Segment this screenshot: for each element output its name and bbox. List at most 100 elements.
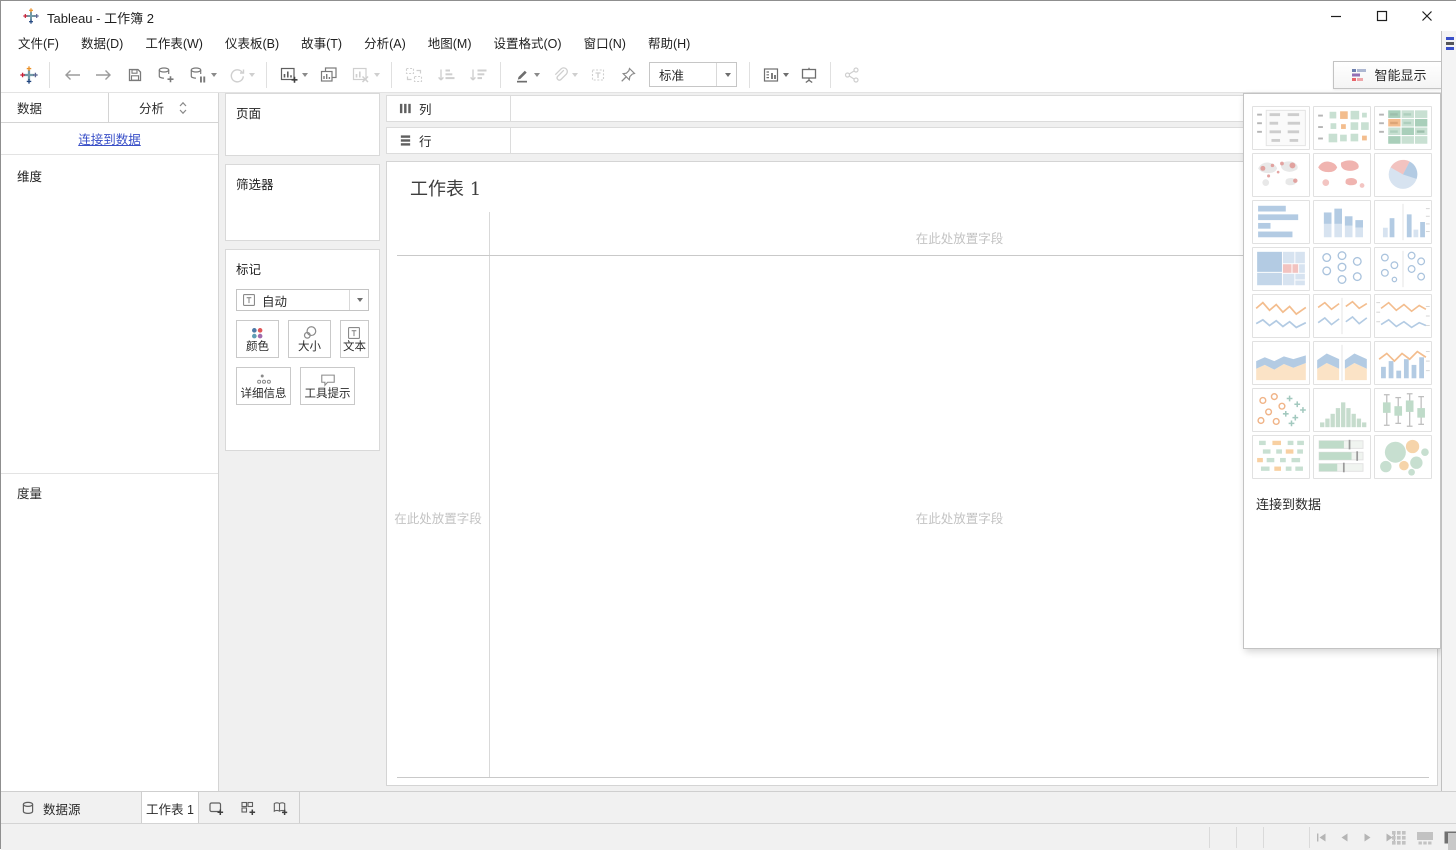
clear-sheet-button[interactable] — [345, 60, 385, 90]
sheet-tab-active[interactable]: 工作表 1 — [141, 792, 199, 824]
fit-view-select[interactable]: 标准 — [649, 62, 737, 87]
mark-type-select[interactable]: 自动 — [236, 289, 369, 311]
showme-scatter-plot[interactable] — [1252, 388, 1310, 432]
showme-bullet-graph[interactable] — [1313, 435, 1371, 479]
columns-label-text: 列 — [419, 99, 432, 118]
menu-help[interactable]: 帮助(H) — [637, 31, 701, 57]
showme-side-by-side-bars[interactable] — [1374, 200, 1432, 244]
size-button[interactable]: 大小 — [288, 320, 331, 358]
resize-grip[interactable] — [1448, 833, 1456, 850]
showme-lines-discrete[interactable] — [1313, 294, 1371, 338]
minimize-button[interactable] — [1319, 1, 1353, 31]
menu-analysis[interactable]: 分析(A) — [353, 31, 417, 57]
showme-treemap[interactable] — [1252, 247, 1310, 291]
run-auto-updates-caret-icon[interactable] — [249, 73, 255, 77]
showme-box-and-whisker[interactable] — [1374, 388, 1432, 432]
show-hide-cards-button[interactable] — [756, 60, 794, 90]
menu-format[interactable]: 设置格式(O) — [483, 31, 573, 57]
sheet-sorter-button[interactable] — [1391, 830, 1407, 846]
showme-lines-continuous[interactable] — [1252, 294, 1310, 338]
new-story-tab-button[interactable] — [264, 792, 296, 824]
redo-button[interactable] — [88, 60, 120, 90]
sort-descending-button[interactable] — [462, 60, 494, 90]
menu-dashboard[interactable]: 仪表板(B) — [214, 31, 290, 57]
text-button[interactable]: 文本 — [340, 320, 369, 358]
divider — [1263, 827, 1264, 848]
swap-rows-columns-button[interactable] — [398, 60, 430, 90]
showme-gantt[interactable] — [1252, 435, 1310, 479]
detail-button[interactable]: 详细信息 — [236, 367, 291, 405]
new-worksheet-button[interactable] — [273, 60, 313, 90]
showme-text-table[interactable] — [1252, 106, 1310, 150]
showme-histogram[interactable] — [1313, 388, 1371, 432]
database-icon — [21, 801, 35, 816]
mark-type-dropdown[interactable] — [349, 290, 368, 310]
pause-auto-updates-caret-icon[interactable] — [211, 73, 217, 77]
right-edge-collapsed-tab[interactable] — [1441, 31, 1456, 823]
new-dashboard-tab-button[interactable] — [232, 792, 264, 824]
pages-card[interactable]: 页面 — [225, 93, 380, 156]
showme-dual-lines[interactable] — [1374, 294, 1432, 338]
menu-story[interactable]: 故事(T) — [290, 31, 353, 57]
duplicate-sheet-button[interactable] — [313, 60, 345, 90]
menu-map[interactable]: 地图(M) — [417, 31, 483, 57]
undo-button[interactable] — [56, 60, 88, 90]
filters-card[interactable]: 筛选器 — [225, 164, 380, 241]
new-data-source-button[interactable] — [150, 60, 182, 90]
showme-side-by-side-circles[interactable] — [1374, 247, 1432, 291]
showme-stacked-bars[interactable] — [1313, 200, 1371, 244]
show-me-button[interactable]: 智能显示 — [1333, 61, 1445, 89]
menu-data[interactable]: 数据(D) — [70, 31, 134, 57]
datasource-tab-label: 数据源 — [43, 799, 81, 818]
menu-worksheet[interactable]: 工作表(W) — [134, 31, 214, 57]
showme-circle-views[interactable] — [1313, 247, 1371, 291]
run-auto-updates-button[interactable] — [222, 60, 260, 90]
new-worksheet-caret-icon[interactable] — [302, 73, 308, 77]
close-button[interactable] — [1410, 1, 1444, 31]
sort-ascending-button[interactable] — [430, 60, 462, 90]
showme-symbol-map[interactable] — [1252, 153, 1310, 197]
showme-horizontal-bars[interactable] — [1252, 200, 1310, 244]
clear-sheet-caret-icon[interactable] — [374, 73, 380, 77]
show-hide-cards-caret-icon[interactable] — [783, 73, 789, 77]
save-button[interactable] — [120, 60, 150, 90]
showme-area-discrete[interactable] — [1313, 341, 1371, 385]
showme-packed-bubbles[interactable] — [1374, 435, 1432, 479]
datasource-tab[interactable]: 数据源 — [13, 792, 89, 824]
sheet-title[interactable]: 工作表 1 — [410, 175, 481, 201]
color-button[interactable]: 颜色 — [236, 320, 279, 358]
tooltip-button[interactable]: 工具提示 — [300, 367, 355, 405]
new-worksheet-tab-button[interactable] — [200, 792, 232, 824]
tab-data[interactable]: 数据 — [1, 93, 109, 122]
showme-area-continuous[interactable] — [1252, 341, 1310, 385]
showme-dual-combination[interactable] — [1374, 341, 1432, 385]
menu-window[interactable]: 窗口(N) — [573, 31, 637, 57]
highlight-button[interactable] — [507, 60, 545, 90]
highlight-caret-icon[interactable] — [534, 73, 540, 77]
connect-to-data-link[interactable]: 连接到数据 — [78, 129, 141, 148]
format-painter-caret-icon[interactable] — [572, 73, 578, 77]
format-painter-button[interactable] — [545, 60, 583, 90]
fit-view-dropdown[interactable] — [716, 63, 736, 86]
showme-filled-map[interactable] — [1313, 153, 1371, 197]
share-button[interactable] — [837, 60, 867, 90]
previous-mark-button[interactable] — [1339, 832, 1350, 843]
tableau-window: Tableau - 工作簿 2 文件(F) 数据(D) 工作表(W) 仪表板(B… — [0, 0, 1456, 849]
filmstrip-button[interactable] — [1416, 830, 1434, 846]
pause-auto-updates-button[interactable] — [182, 60, 222, 90]
tab-analytics[interactable]: 分析 — [109, 93, 218, 122]
next-mark-button[interactable] — [1362, 832, 1373, 843]
showme-pie-chart[interactable] — [1374, 153, 1432, 197]
swap-rows-columns-icon — [403, 65, 425, 85]
presentation-mode-button[interactable] — [794, 60, 824, 90]
size-icon — [301, 324, 318, 341]
show-mark-labels-button[interactable] — [583, 60, 613, 90]
drop-field-zone-left[interactable]: 在此处放置字段 — [387, 508, 489, 527]
maximize-button[interactable] — [1365, 1, 1399, 31]
first-mark-button[interactable] — [1316, 832, 1327, 843]
showme-heat-map[interactable] — [1313, 106, 1371, 150]
menu-file[interactable]: 文件(F) — [7, 31, 70, 57]
showme-highlight-table[interactable] — [1374, 106, 1432, 150]
fix-axes-button[interactable] — [613, 60, 643, 90]
tableau-logo-button[interactable] — [15, 60, 43, 90]
